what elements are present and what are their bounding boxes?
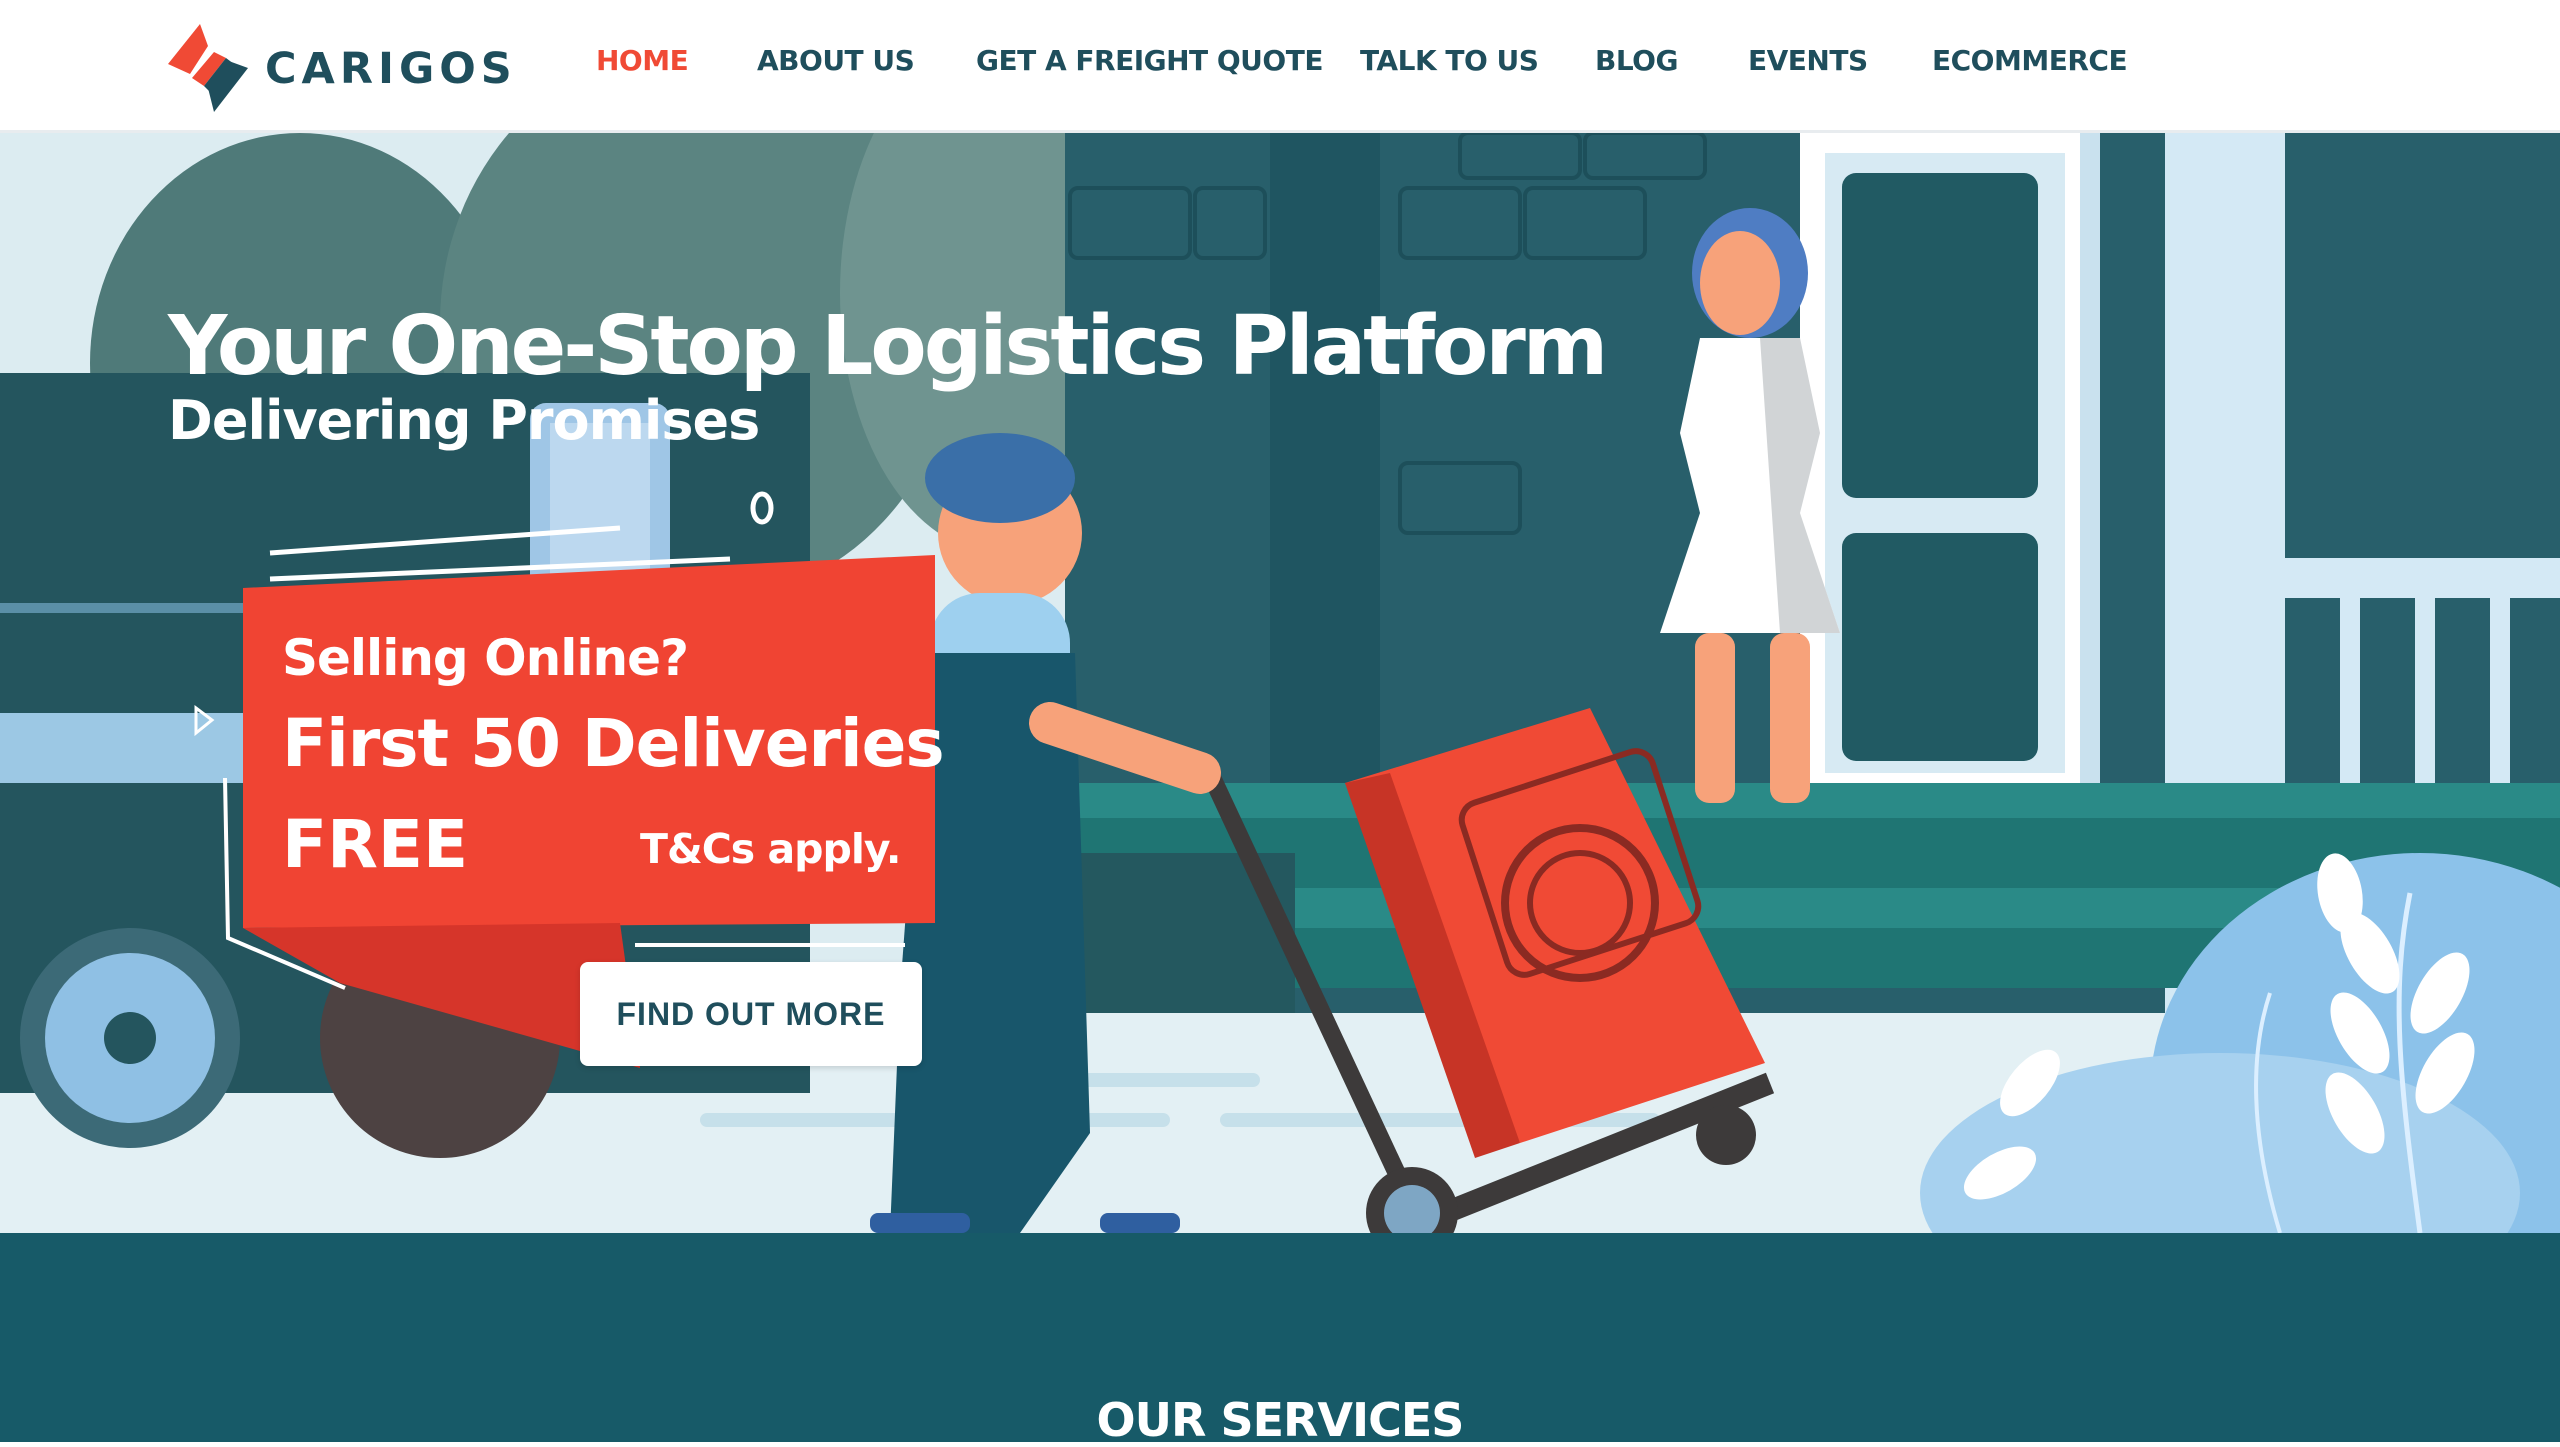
promo-offer: First 50 Deliveries xyxy=(282,705,945,782)
nav-blog[interactable]: BLOG xyxy=(1595,44,1678,77)
hero-banner: Your One-Stop Logistics Platform Deliver… xyxy=(0,133,2560,1233)
promo-terms: T&Cs apply. xyxy=(640,825,901,873)
site-header: CARIGOS HOME ABOUT US GET A FREIGHT QUOT… xyxy=(0,0,2560,133)
nav-talk-to-us[interactable]: TALK TO US xyxy=(1360,44,1539,77)
brand-name: CARIGOS xyxy=(265,44,517,94)
hero-title: Your One-Stop Logistics Platform xyxy=(168,299,1608,394)
nav-ecommerce[interactable]: ECOMMERCE xyxy=(1932,44,2128,77)
promo-headline: Selling Online? xyxy=(282,629,689,687)
find-out-more-button[interactable]: FIND OUT MORE xyxy=(580,962,922,1066)
promo-free: FREE xyxy=(282,806,469,883)
hero-subtitle: Delivering Promises xyxy=(168,389,760,452)
services-section: OUR SERVICES xyxy=(0,1233,2560,1447)
nav-about-us[interactable]: ABOUT US xyxy=(757,44,915,77)
nav-home[interactable]: HOME xyxy=(596,44,689,77)
services-title: OUR SERVICES xyxy=(1096,1393,1465,1447)
nav-get-a-freight-quote[interactable]: GET A FREIGHT QUOTE xyxy=(976,44,1323,77)
nav-events[interactable]: EVENTS xyxy=(1748,44,1868,77)
brand-logo[interactable]: CARIGOS xyxy=(168,22,538,112)
carigos-logo-icon xyxy=(168,24,248,112)
